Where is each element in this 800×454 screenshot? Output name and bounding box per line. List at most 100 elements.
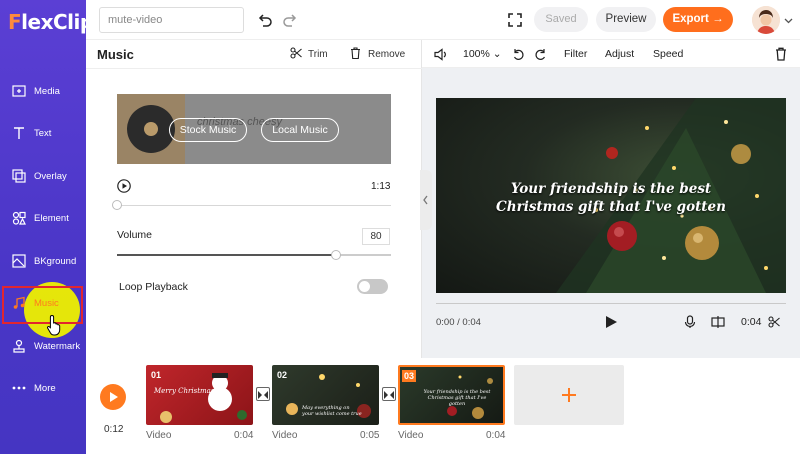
clip-text: May everything on your wishlist come tru… (302, 405, 362, 417)
sidebar-item-text[interactable]: Text (0, 115, 86, 155)
app-logo[interactable]: FlexClip (8, 10, 94, 34)
transition-button[interactable] (256, 387, 270, 401)
split-icon[interactable] (711, 315, 725, 329)
trim-label: Trim (308, 49, 328, 60)
play-icon[interactable] (604, 315, 618, 329)
vinyl-record-icon (127, 105, 175, 153)
overlay-icon (12, 169, 26, 183)
chevron-down-icon[interactable] (784, 16, 793, 25)
undo-icon[interactable] (256, 11, 274, 29)
sidebar-item-media[interactable]: Media (0, 73, 86, 113)
fullscreen-icon[interactable] (506, 11, 524, 29)
adjust-button[interactable]: Adjust (605, 48, 634, 60)
preview-progress-track[interactable] (436, 303, 786, 304)
timeline-total-time: 0:12 (104, 424, 124, 435)
clip-number: 03 (402, 370, 417, 382)
music-progress-track[interactable] (117, 205, 391, 206)
clip-type: Video (272, 430, 298, 441)
timeline-play-button[interactable] (100, 384, 126, 410)
sidebar-item-bkground[interactable]: BKground (0, 243, 86, 283)
element-icon (12, 211, 26, 225)
toggle-knob (359, 281, 370, 292)
music-card: christmas cheesy Stock Music Local Music (117, 94, 391, 164)
sidebar-item-label: Text (34, 128, 52, 139)
timeline-clip-03[interactable]: 03 Your friendship is the best Christmas… (398, 365, 505, 425)
sidebar-item-watermark[interactable]: Watermark (0, 328, 86, 368)
sidebar-item-overlay[interactable]: Overlay (0, 158, 86, 198)
top-bar: Saved Preview Export → (86, 0, 800, 40)
trim-button[interactable]: Trim (290, 47, 328, 60)
add-clip-button[interactable] (514, 365, 624, 425)
caption-line-2: Christmas gift that I've gotten (496, 199, 726, 215)
sidebar-item-label: Overlay (34, 171, 67, 182)
sidebar: FlexClip Media Text Overlay Element BKgr… (0, 0, 94, 454)
music-progress-handle[interactable] (112, 200, 122, 210)
collapse-panel-handle[interactable] (420, 170, 432, 230)
loop-playback-label: Loop Playback (119, 281, 188, 293)
background-icon (12, 254, 26, 268)
speed-button[interactable]: Speed (653, 48, 683, 60)
sidebar-item-element[interactable]: Element (0, 200, 86, 240)
redo-icon[interactable] (281, 11, 299, 29)
clip-type: Video (146, 430, 172, 441)
preview-button[interactable]: Preview (596, 7, 656, 32)
sidebar-item-more[interactable]: More (0, 370, 86, 410)
clip-duration: 0:04 (486, 430, 506, 441)
video-caption[interactable]: Your friendship is the best Christmas gi… (436, 180, 786, 216)
timeline-clip-01[interactable]: 01 Merry Christmas (146, 365, 253, 425)
stock-music-button[interactable]: Stock Music (169, 118, 247, 142)
rotate-right-icon[interactable] (534, 48, 547, 61)
play-icon (110, 392, 118, 402)
volume-fill (117, 254, 336, 256)
loop-playback-toggle[interactable] (357, 279, 388, 294)
clip-number: 02 (277, 370, 288, 380)
text-icon (14, 127, 24, 139)
caption-line-1: Your friendship is the best (510, 181, 712, 197)
local-music-button[interactable]: Local Music (261, 118, 339, 142)
rotate-left-icon[interactable] (512, 48, 525, 61)
trash-icon (351, 47, 360, 60)
scissors-icon[interactable] (768, 316, 780, 328)
export-label: Export (672, 13, 709, 25)
volume-value-input[interactable]: 80 (362, 228, 390, 245)
export-button[interactable]: Export → (663, 7, 733, 32)
video-preview[interactable]: Your friendship is the best Christmas gi… (436, 98, 786, 293)
sidebar-item-label: Watermark (34, 341, 81, 352)
user-avatar-icon (752, 6, 780, 34)
sidebar-item-label: Element (34, 213, 69, 224)
preview-toolbar: 100% ⌄ Filter Adjust Speed (422, 40, 800, 68)
chevron-left-icon (423, 195, 428, 205)
zoom-select[interactable]: 100% ⌄ (463, 48, 502, 60)
clip-type: Video (398, 430, 424, 441)
panel-divider (86, 68, 422, 69)
watermark-icon (13, 339, 25, 353)
sidebar-item-label: Media (34, 86, 60, 97)
music-panel: Music Trim Remove christmas cheesy Stock… (86, 40, 422, 358)
more-icon (12, 386, 26, 390)
volume-label: Volume (117, 229, 153, 241)
project-name-input[interactable] (99, 7, 244, 33)
remove-button[interactable]: Remove (350, 47, 405, 60)
volume-icon[interactable] (434, 48, 448, 61)
saved-button[interactable]: Saved (534, 7, 588, 32)
transition-button[interactable] (382, 387, 396, 401)
zoom-value: 100% (463, 48, 490, 60)
avatar[interactable] (752, 6, 780, 34)
panel-title: Music (97, 47, 134, 62)
microphone-icon[interactable] (684, 315, 696, 329)
transition-icon (384, 391, 394, 399)
volume-handle[interactable] (331, 250, 341, 260)
trash-icon[interactable] (775, 47, 787, 61)
clip-text: Your friendship is the best Christmas gi… (423, 389, 491, 407)
play-icon[interactable] (117, 179, 131, 193)
preview-current-time: 0:00 / 0:04 (436, 317, 481, 328)
music-duration: 1:13 (371, 181, 391, 192)
clip-duration: 0:04 (234, 430, 254, 441)
clip-text: Merry Christmas (154, 387, 215, 395)
chevron-down-icon: ⌄ (492, 48, 502, 60)
sidebar-item-label: More (34, 383, 56, 394)
timeline-clip-02[interactable]: 02 May everything on your wishlist come … (272, 365, 379, 425)
remove-label: Remove (368, 49, 406, 60)
media-icon (12, 85, 26, 97)
filter-button[interactable]: Filter (564, 48, 587, 60)
